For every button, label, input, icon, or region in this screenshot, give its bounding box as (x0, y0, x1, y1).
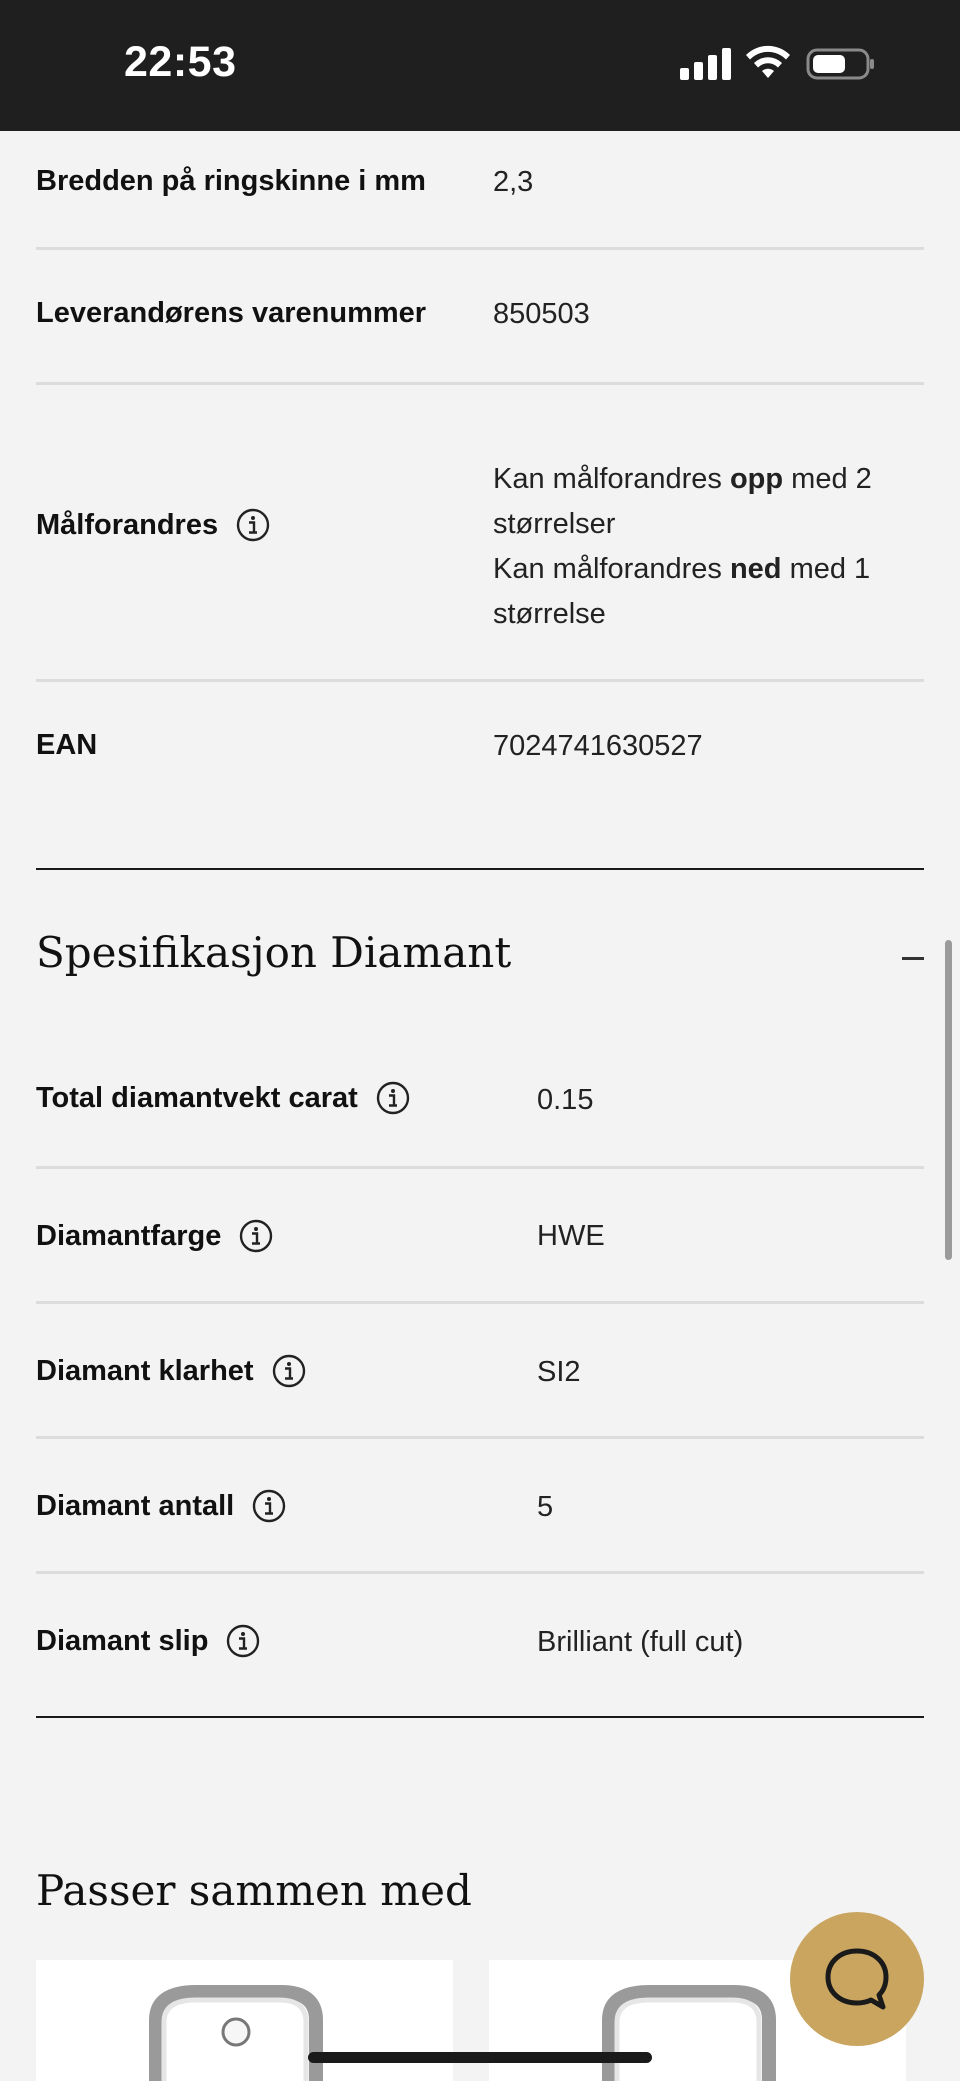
resize-direction-up: opp (729, 463, 784, 495)
spec-value: 850503 (493, 298, 590, 330)
diamond-label-wrap: Diamant klarhet (36, 1354, 306, 1388)
resize-text: størrelser (493, 508, 616, 540)
spec-label: Målforandres (36, 508, 219, 541)
diamond-value: 0.15 (537, 1084, 594, 1116)
spec-label: Leverandørens varenummer (36, 297, 427, 329)
info-icon[interactable] (376, 1081, 410, 1115)
spec-value: 2,3 (493, 166, 534, 198)
spec-value: 7024741630527 (493, 730, 703, 762)
spec-row-supplier-number: Leverandørens varenummer 850503 (36, 250, 924, 385)
battery-icon (806, 48, 874, 80)
info-icon[interactable] (252, 1489, 286, 1523)
diamond-value: Brilliant (full cut) (537, 1626, 744, 1658)
spec-row-resize: Målforandres Kan målforandres opp med 2 … (36, 385, 924, 682)
diamond-label: Total diamantvekt carat (36, 1081, 358, 1114)
cellular-signal-icon (680, 48, 732, 80)
diamond-row-clarity: Diamant klarhet SI2 (36, 1304, 924, 1439)
wifi-icon (746, 45, 790, 78)
spec-label: Bredden på ringskinne i mm (36, 165, 426, 197)
info-icon[interactable] (272, 1354, 306, 1388)
info-icon[interactable] (226, 1624, 260, 1658)
chat-button[interactable] (790, 1912, 924, 2046)
diamond-row-carat: Total diamantvekt carat 0.15 (36, 1034, 924, 1169)
diamond-label: Diamant slip (36, 1624, 209, 1657)
collapse-minus-icon[interactable] (902, 957, 924, 960)
resize-text: med 2 (783, 463, 872, 495)
section-divider (36, 868, 924, 870)
diamond-label-wrap: Total diamantvekt carat (36, 1081, 410, 1115)
info-icon[interactable] (239, 1219, 273, 1253)
resize-text: Kan målforandres (493, 463, 730, 495)
spec-label: EAN (36, 729, 98, 761)
diamond-label-wrap: Diamant antall (36, 1489, 286, 1523)
section-divider (36, 1716, 924, 1718)
diamond-value: 5 (537, 1491, 554, 1523)
resize-text: med 1 (781, 553, 871, 585)
related-section-title: Passer sammen med (36, 1866, 472, 1915)
diamond-label: Diamantfarge (36, 1219, 222, 1252)
status-bar: 22:53 (0, 0, 960, 131)
diamond-row-count: Diamant antall 5 (36, 1439, 924, 1574)
spec-label-wrap: Målforandres (36, 508, 270, 542)
diamond-row-cut: Diamant slip Brilliant (full cut) (36, 1574, 924, 1709)
spec-value-resize: Kan målforandres opp med 2 størrelser Ka… (493, 457, 933, 637)
diamond-row-color: Diamantfarge HWE (36, 1169, 924, 1304)
scrollbar[interactable] (945, 940, 952, 1260)
diamond-label-wrap: Diamantfarge (36, 1219, 273, 1253)
chat-bubble-icon (825, 1948, 889, 2010)
diamond-label: Diamant klarhet (36, 1354, 254, 1387)
diamond-label: Diamant antall (36, 1489, 235, 1522)
spec-row-ean: EAN 7024741630527 (36, 682, 924, 817)
resize-text: størrelse (493, 598, 606, 630)
spec-row-width: Bredden på ringskinne i mm 2,3 (36, 131, 924, 250)
resize-text: Kan målforandres (493, 553, 730, 585)
info-icon[interactable] (236, 508, 270, 542)
home-indicator (308, 2052, 652, 2063)
diamond-section-title[interactable]: Spesifikasjon Diamant (36, 928, 511, 977)
status-time: 22:53 (124, 38, 237, 86)
diamond-value: HWE (537, 1220, 605, 1252)
diamond-label-wrap: Diamant slip (36, 1624, 260, 1658)
resize-direction-down: ned (729, 553, 782, 585)
diamond-value: SI2 (537, 1356, 581, 1388)
